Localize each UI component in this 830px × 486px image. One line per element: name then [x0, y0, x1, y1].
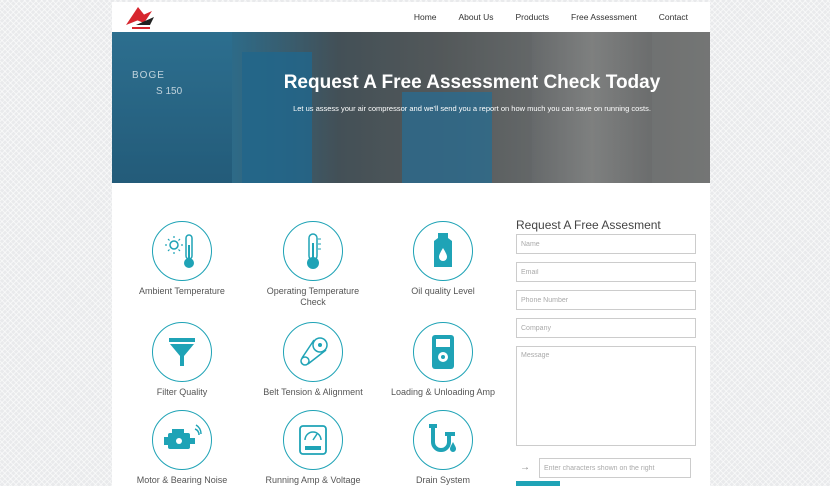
- belt-icon: [300, 337, 328, 366]
- machine-model-label: S 150: [156, 86, 183, 97]
- feature-label: Running Amp & Voltage: [265, 475, 361, 485]
- feature-label: Oil quality Level: [411, 286, 475, 296]
- thermometer-sun-icon: [165, 234, 194, 268]
- meter-icon: [432, 335, 454, 369]
- arrow-right-icon: →: [520, 462, 530, 473]
- nav-products[interactable]: Products: [515, 12, 549, 22]
- feature-oil-quality: Oil quality Level: [383, 221, 503, 297]
- nav-contact[interactable]: Contact: [659, 12, 688, 22]
- nav-home[interactable]: Home: [414, 12, 437, 22]
- feature-belt-tension: Belt Tension & Alignment: [253, 322, 373, 398]
- hero-subtitle: Let us assess your air compressor and we…: [293, 104, 651, 113]
- feature-label: Belt Tension & Alignment: [263, 387, 363, 397]
- feature-label: Ambient Temperature: [139, 286, 225, 296]
- phone-input[interactable]: [516, 290, 696, 310]
- hero-title: Request A Free Assessment Check Today: [283, 72, 661, 93]
- feature-filter-quality: Filter Quality: [122, 322, 242, 398]
- site-header: Home About Us Products Free Assessment C…: [112, 2, 710, 32]
- machine-brand-label: BOGE: [132, 70, 165, 81]
- email-input[interactable]: [516, 262, 696, 282]
- feature-operating-temperature: Operating Temperature Check: [253, 221, 373, 308]
- nav-free-assessment[interactable]: Free Assessment: [571, 12, 637, 22]
- feature-label: Motor & Bearing Noise: [136, 475, 228, 485]
- submit-button[interactable]: [516, 481, 560, 486]
- feature-label: Operating Temperature Check: [266, 286, 360, 307]
- feature-label: Filter Quality: [156, 387, 208, 397]
- nav-about-us[interactable]: About Us: [459, 12, 494, 22]
- name-input[interactable]: [516, 234, 696, 254]
- feature-running-amp-voltage: Running Amp & Voltage: [253, 410, 373, 486]
- message-textarea[interactable]: [516, 346, 696, 446]
- voltmeter-icon: [299, 425, 327, 455]
- feature-ambient-temperature: Ambient Temperature: [122, 221, 242, 297]
- page-frame: Home About Us Products Free Assessment C…: [112, 2, 710, 486]
- captcha-input[interactable]: [539, 458, 691, 478]
- feature-drain-system: Drain System: [383, 410, 503, 486]
- oil-bottle-icon: [434, 233, 452, 267]
- funnel-icon: [169, 338, 195, 366]
- hero-banner: BOGE S 150 Request A Free Assessment Che…: [112, 32, 710, 183]
- main-nav: Home About Us Products Free Assessment C…: [392, 2, 688, 32]
- feature-label: Drain System: [415, 475, 470, 485]
- company-logo[interactable]: [124, 5, 158, 31]
- drain-pipe-icon: [429, 424, 456, 452]
- feature-motor-bearing-noise: Motor & Bearing Noise: [122, 410, 242, 486]
- motor-icon: [164, 424, 202, 449]
- feature-loading-unloading-amp: Loading & Unloading Amp: [383, 322, 503, 398]
- feature-label: Loading & Unloading Amp: [390, 387, 496, 397]
- company-input[interactable]: [516, 318, 696, 338]
- thermometer-icon: [307, 233, 321, 269]
- form-title: Request A Free Assesment: [516, 218, 661, 232]
